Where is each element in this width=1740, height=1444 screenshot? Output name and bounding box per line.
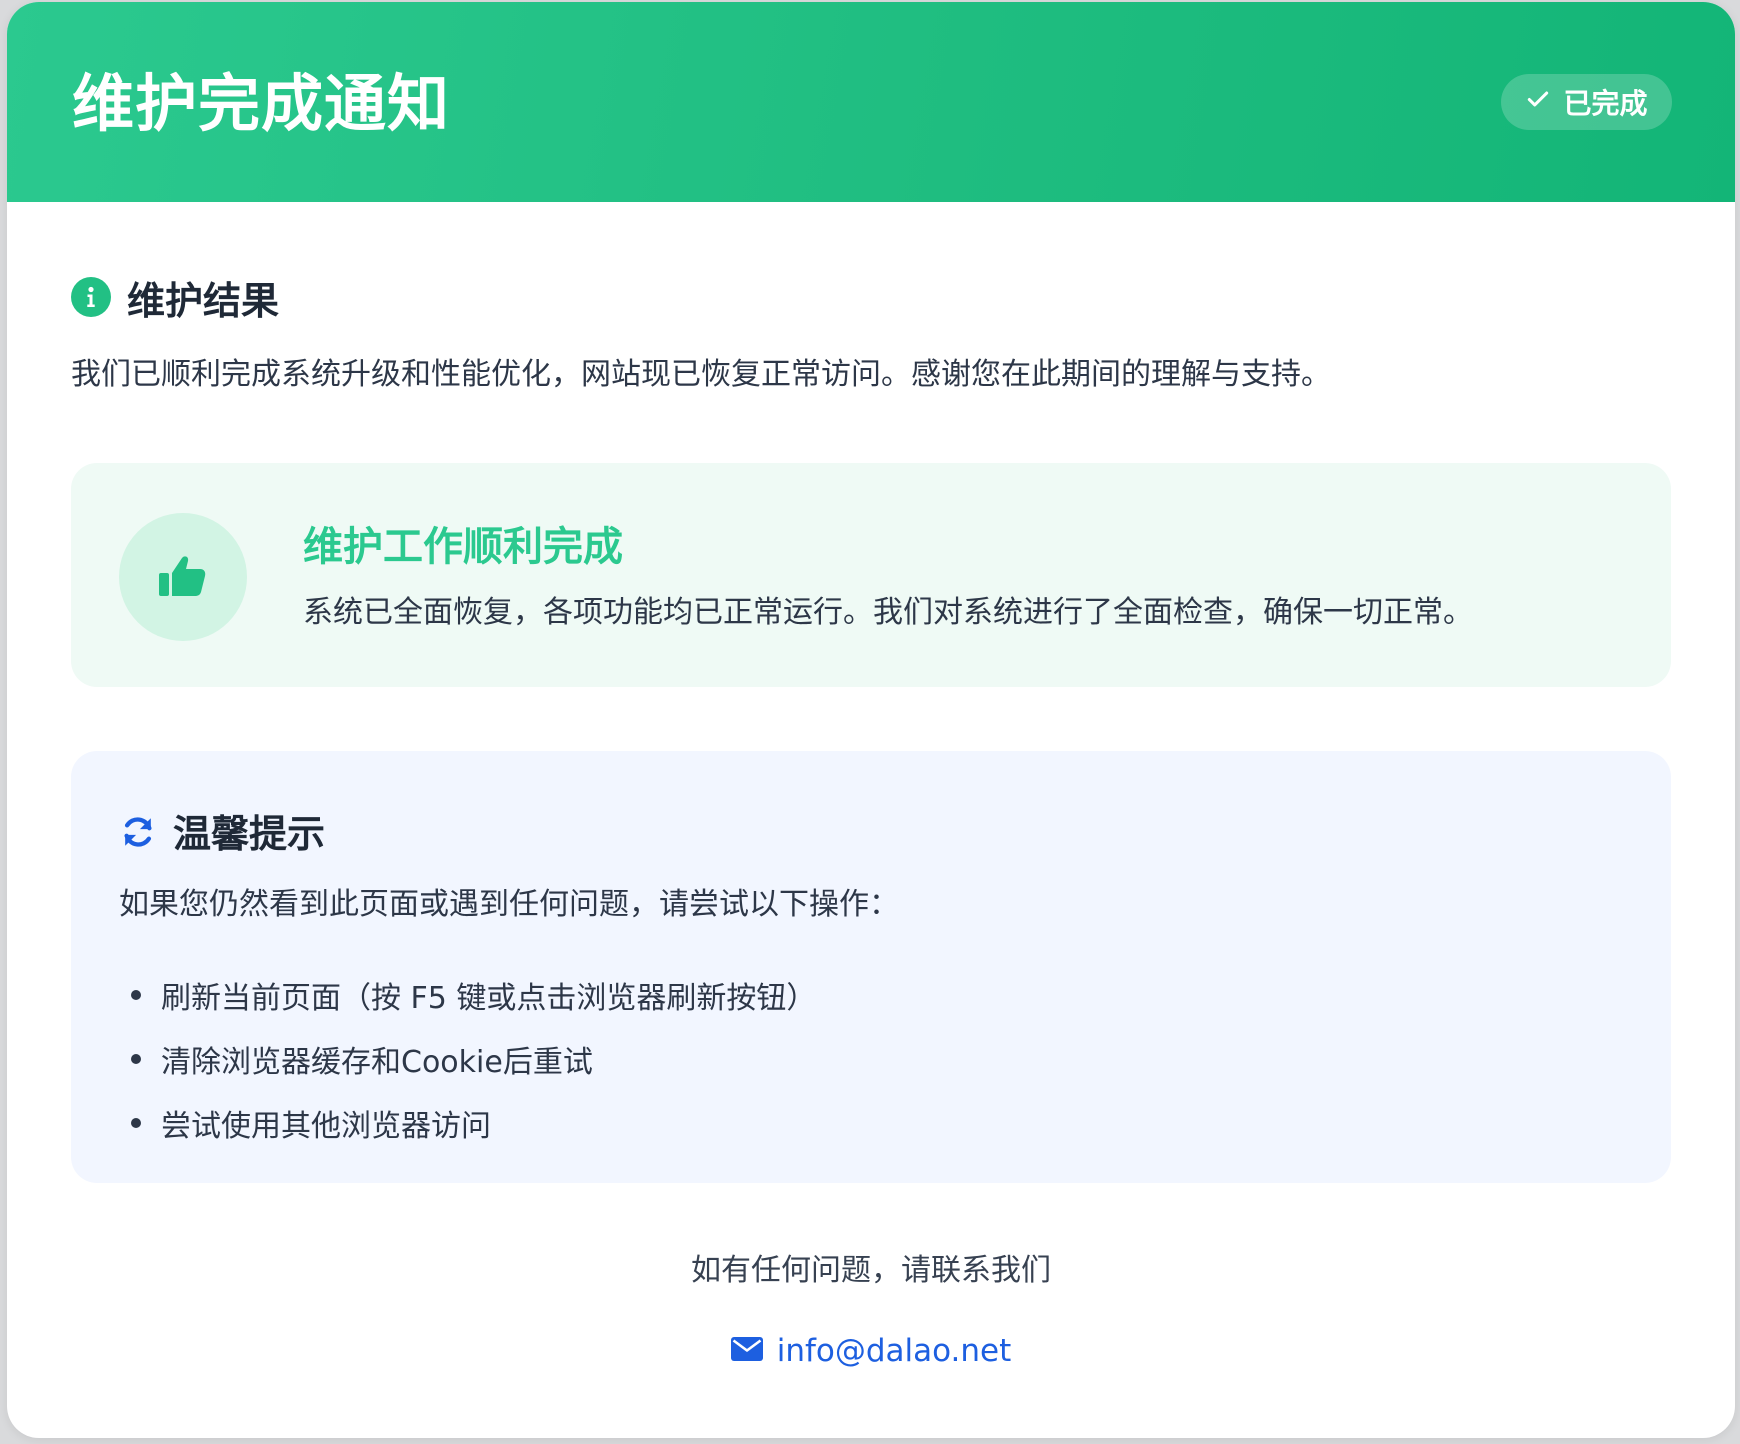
- list-item-text: 清除浏览器缓存和Cookie后重试: [161, 1045, 593, 1080]
- result-description: 我们已顺利完成系统升级和性能优化，网站现已恢复正常访问。感谢您在此期间的理解与支…: [71, 357, 1331, 392]
- tips-panel: 温馨提示 如果您仍然看到此页面或遇到任何问题，请尝试以下操作： 刷新当前页面（按…: [71, 751, 1671, 1183]
- contact-email: info@dalao.net: [7, 1328, 1735, 1374]
- email-link[interactable]: info@dalao.net: [777, 1328, 1012, 1374]
- success-description: 系统已全面恢复，各项功能均已正常运行。我们对系统进行了全面检查，确保一切正常。: [303, 595, 1473, 630]
- list-item-text: 尝试使用其他浏览器访问: [161, 1109, 491, 1144]
- status-badge-label: 已完成: [1563, 87, 1648, 120]
- bullet: [131, 1118, 141, 1128]
- list-item-text: 刷新当前页面（按 F5 键或点击浏览器刷新按钮）: [161, 981, 817, 1016]
- tips-heading: 温馨提示: [119, 807, 325, 861]
- envelope-icon: [730, 1336, 763, 1366]
- list-item: 清除浏览器缓存和Cookie后重试: [119, 1027, 816, 1091]
- thumbs-up-icon: [119, 513, 247, 641]
- check-icon: [1525, 86, 1551, 119]
- list-item: 刷新当前页面（按 F5 键或点击浏览器刷新按钮）: [119, 963, 816, 1027]
- bullet: [131, 1054, 141, 1064]
- refresh-icon: [119, 813, 157, 855]
- result-heading: 维护结果: [71, 270, 1671, 324]
- notice-card: 维护完成通知 已完成 维护结果 我们已顺利完成系统升级和性能优化，网站现已恢复正…: [7, 2, 1735, 1438]
- contact-text: 如有任何问题，请联系我们: [691, 1253, 1051, 1288]
- success-title: 维护工作顺利完成: [303, 524, 623, 570]
- header-banner: 维护完成通知 已完成: [7, 2, 1735, 202]
- list-item: 尝试使用其他浏览器访问: [119, 1091, 816, 1155]
- result-heading-text: 维护结果: [127, 278, 280, 323]
- tips-heading-text: 温馨提示: [173, 812, 326, 856]
- success-panel: 维护工作顺利完成 系统已全面恢复，各项功能均已正常运行。我们对系统进行了全面检查…: [71, 463, 1671, 687]
- tips-intro: 如果您仍然看到此页面或遇到任何问题，请尝试以下操作：: [119, 887, 899, 922]
- page-title: 维护完成通知: [72, 67, 451, 140]
- info-icon: [71, 277, 111, 317]
- bullet: [131, 990, 141, 1000]
- tips-list: 刷新当前页面（按 F5 键或点击浏览器刷新按钮） 清除浏览器缓存和Cookie后…: [119, 963, 816, 1155]
- status-badge: 已完成: [1501, 74, 1672, 130]
